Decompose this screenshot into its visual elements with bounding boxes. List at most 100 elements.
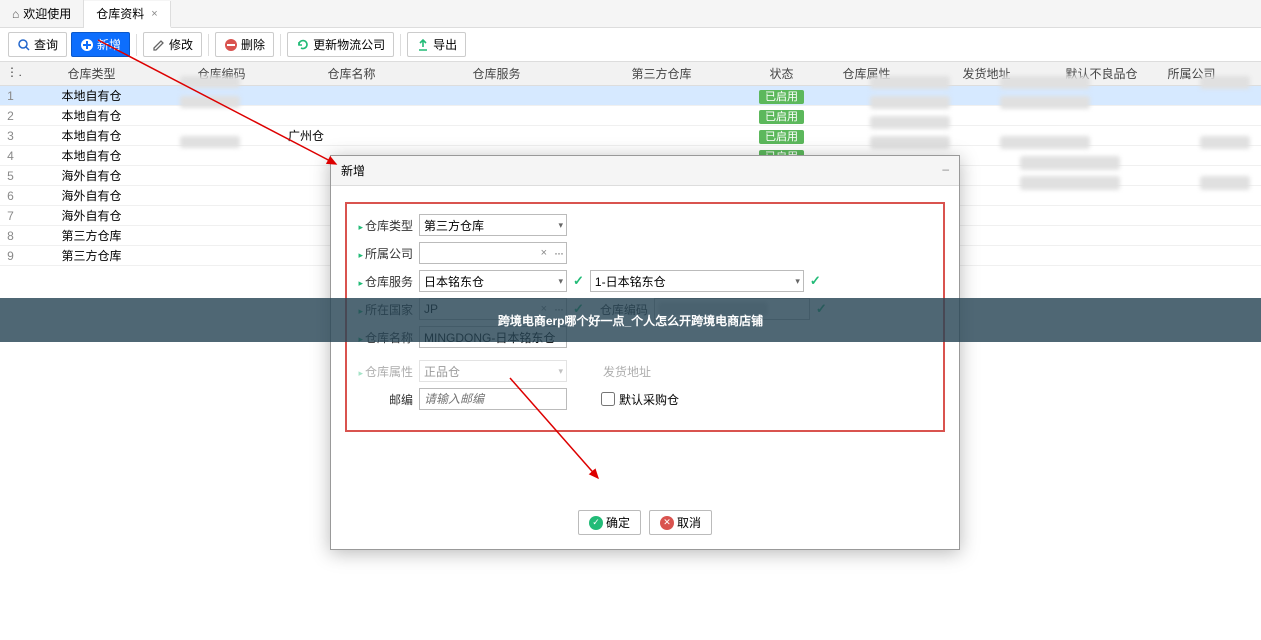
label-addr: 发货地址 (593, 363, 651, 380)
redacted (1000, 76, 1090, 89)
cell-svc (422, 133, 572, 139)
col-type[interactable]: 仓库类型 (22, 62, 162, 85)
modal-title: 新增 (341, 162, 365, 179)
cell-status: 已启用 (752, 105, 812, 127)
input-type[interactable] (419, 214, 567, 236)
redacted (870, 96, 950, 109)
cell-third (572, 113, 752, 119)
modal-header[interactable]: 新增 – (331, 156, 959, 186)
ok-button[interactable]: ✓确定 (578, 510, 641, 535)
input-attr[interactable] (419, 360, 567, 382)
cell-def (1052, 193, 1152, 199)
btn-label: 导出 (433, 36, 457, 53)
search-icon (17, 38, 31, 52)
check-icon: ✓ (810, 273, 821, 289)
tab-welcome[interactable]: 欢迎使用 (0, 0, 84, 27)
cell-status: 已启用 (752, 85, 812, 107)
input-company[interactable] (419, 242, 567, 264)
redacted (180, 76, 240, 88)
row-index: 7 (0, 206, 22, 226)
col-service[interactable]: 仓库服务 (422, 62, 572, 85)
separator (136, 34, 137, 56)
tab-bar: 欢迎使用 仓库资料 × (0, 0, 1261, 28)
cell-name: 广州仓 (282, 124, 422, 147)
cell-comp (1152, 113, 1232, 119)
label-type: 仓库类型 (355, 217, 413, 234)
label-company: 所属公司 (355, 245, 413, 262)
redacted (1000, 136, 1090, 149)
input-service-sub[interactable] (590, 270, 804, 292)
redacted (1200, 76, 1250, 89)
redacted (1200, 136, 1250, 149)
row-index: 5 (0, 166, 22, 186)
cell-comp (1152, 193, 1232, 199)
minus-icon (224, 38, 238, 52)
table-row[interactable]: 2 本地自有仓 已启用 (0, 106, 1261, 126)
checkbox-input[interactable] (601, 392, 615, 406)
col-third[interactable]: 第三方仓库 (572, 62, 752, 85)
modal-collapse-icon[interactable]: – (942, 162, 949, 179)
redacted (870, 76, 950, 89)
more-icon[interactable]: ··· (554, 246, 563, 260)
cell-def (1052, 213, 1152, 219)
btn-label: 删除 (241, 36, 265, 53)
redacted (1200, 176, 1250, 190)
cell-name (282, 93, 422, 99)
edit-icon (152, 38, 166, 52)
cell-def (1052, 233, 1152, 239)
redacted (1020, 176, 1120, 190)
row-index: 9 (0, 246, 22, 266)
cell-comp (1152, 213, 1232, 219)
close-circle-icon: ✕ (660, 516, 674, 530)
checkbox-label: 默认采购仓 (619, 391, 679, 408)
cell-code (162, 233, 282, 239)
plus-icon (80, 38, 94, 52)
redacted (870, 116, 950, 129)
input-service[interactable] (419, 270, 567, 292)
separator (208, 34, 209, 56)
cell-code (162, 153, 282, 159)
tab-label: 仓库资料 (96, 5, 144, 22)
cell-svc (422, 113, 572, 119)
export-icon (416, 38, 430, 52)
add-modal: 新增 – 仓库类型 ▾ 所属公司 ×··· 仓库服务 ▾ ✓ ▾ ✓ 所在国家 … (330, 155, 960, 550)
cell-type: 第三方仓库 (22, 244, 162, 267)
cell-code (162, 193, 282, 199)
redacted (870, 136, 950, 149)
cell-comp (1152, 253, 1232, 259)
col-drag-icon: ⋮ (0, 62, 22, 85)
add-button[interactable]: 新增 (71, 32, 130, 57)
cell-name (282, 113, 422, 119)
row-index: 2 (0, 106, 22, 126)
refresh-button[interactable]: 更新物流公司 (287, 32, 394, 57)
cell-comp (1152, 93, 1232, 99)
cancel-button[interactable]: ✕取消 (649, 510, 712, 535)
tab-warehouse[interactable]: 仓库资料 × (84, 1, 170, 28)
cell-def (1052, 253, 1152, 259)
search-button[interactable]: 查询 (8, 32, 67, 57)
delete-button[interactable]: 删除 (215, 32, 274, 57)
redacted (1020, 156, 1120, 170)
separator (400, 34, 401, 56)
cell-svc (422, 93, 572, 99)
btn-label: 修改 (169, 36, 193, 53)
cell-status: 已启用 (752, 125, 812, 147)
cell-comp (1152, 233, 1232, 239)
separator (280, 34, 281, 56)
row-index: 4 (0, 146, 22, 166)
toolbar: 查询 新增 修改 删除 更新物流公司 导出 (0, 28, 1261, 62)
home-icon (12, 7, 19, 21)
close-icon[interactable]: × (151, 8, 157, 20)
overlay-banner: 跨境电商erp哪个好一点_个人怎么开跨境电商店铺 (0, 298, 1261, 342)
label-zip: 邮编 (355, 391, 413, 408)
row-index: 1 (0, 86, 22, 106)
checkbox-default-purchase[interactable]: 默认采购仓 (601, 391, 679, 408)
input-zip[interactable] (419, 388, 567, 410)
check-circle-icon: ✓ (589, 516, 603, 530)
col-status[interactable]: 状态 (752, 62, 812, 85)
col-name[interactable]: 仓库名称 (282, 62, 422, 85)
overlay-text: 跨境电商erp哪个好一点_个人怎么开跨境电商店铺 (498, 312, 763, 329)
cell-code (162, 213, 282, 219)
edit-button[interactable]: 修改 (143, 32, 202, 57)
export-button[interactable]: 导出 (407, 32, 466, 57)
